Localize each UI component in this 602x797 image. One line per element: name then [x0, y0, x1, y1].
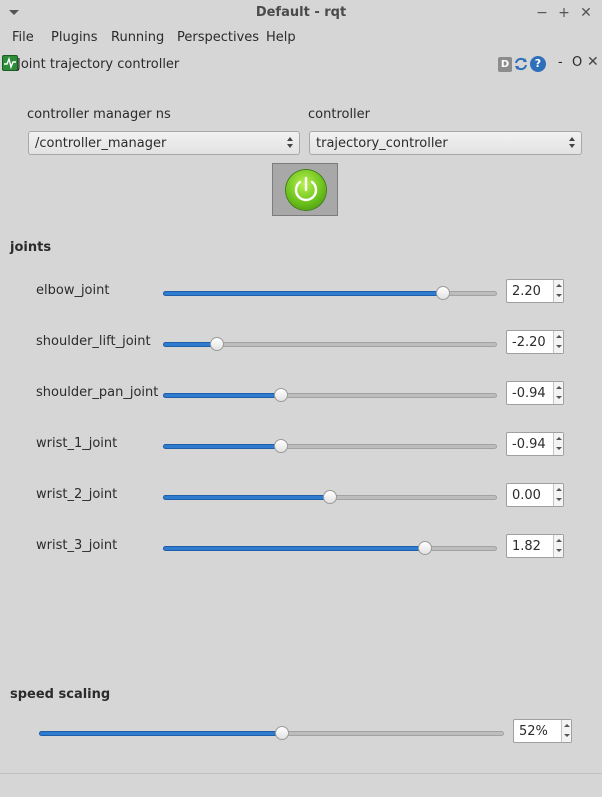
- joint-slider-handle[interactable]: [210, 337, 224, 351]
- controller-label: controller: [308, 107, 371, 122]
- spin-arrows-icon[interactable]: [553, 484, 563, 506]
- spin-arrows-icon[interactable]: [553, 433, 563, 455]
- joint-row: elbow_joint 2.20: [0, 279, 602, 317]
- speed-scaling-slider[interactable]: [39, 726, 504, 740]
- plugin-icon: [2, 55, 18, 71]
- joint-row: wrist_2_joint 0.00: [0, 483, 602, 521]
- joint-name: wrist_2_joint: [36, 487, 118, 502]
- joint-value: -0.94: [512, 386, 546, 401]
- joint-slider-handle[interactable]: [323, 490, 337, 504]
- joint-spinbox[interactable]: 2.20: [506, 279, 564, 303]
- joint-value: 1.82: [512, 539, 541, 554]
- controller-manager-value: /controller_manager: [35, 136, 167, 151]
- joint-slider[interactable]: [163, 388, 497, 402]
- speed-scaling-spinbox[interactable]: 52%: [513, 719, 572, 743]
- joint-spinbox[interactable]: -0.94: [506, 381, 564, 405]
- dock-close-icon[interactable]: ✕: [587, 54, 599, 70]
- combo-arrows-icon: [287, 136, 295, 150]
- dock-minimize-button[interactable]: -: [558, 55, 563, 70]
- spin-arrows-icon[interactable]: [553, 382, 563, 404]
- controller-combo[interactable]: trajectory_controller: [309, 131, 582, 155]
- controller-value: trajectory_controller: [316, 136, 448, 151]
- speed-scaling-title: speed scaling: [10, 687, 111, 702]
- dock-title: Joint trajectory controller: [17, 57, 180, 72]
- joint-slider-fill: [163, 546, 424, 551]
- maximize-icon[interactable]: +: [556, 3, 572, 23]
- speed-scaling-slider-fill: [39, 731, 281, 736]
- menu-bar: File Plugins Running Perspectives Help: [0, 26, 602, 50]
- joint-value: 2.20: [512, 284, 541, 299]
- joint-spinbox[interactable]: 0.00: [506, 483, 564, 507]
- joint-slider-fill: [163, 495, 329, 500]
- combo-arrows-icon: [569, 136, 577, 150]
- dock-d-button[interactable]: D: [498, 57, 512, 72]
- joint-slider-handle[interactable]: [436, 286, 450, 300]
- reload-icon[interactable]: [513, 56, 529, 72]
- menu-perspectives[interactable]: Perspectives: [177, 30, 259, 45]
- spin-arrows-icon[interactable]: [561, 720, 571, 742]
- joint-slider[interactable]: [163, 286, 497, 300]
- joint-name: shoulder_lift_joint: [36, 334, 151, 349]
- joint-value: 0.00: [512, 488, 541, 503]
- speed-scaling-row: 52%: [0, 719, 602, 757]
- joint-slider[interactable]: [163, 337, 497, 351]
- menu-running[interactable]: Running: [111, 30, 164, 45]
- spin-arrows-icon[interactable]: [553, 280, 563, 302]
- minimize-icon[interactable]: −: [534, 3, 550, 23]
- joint-slider-handle[interactable]: [274, 439, 288, 453]
- close-icon[interactable]: ✕: [578, 3, 594, 23]
- joint-value: -2.20: [512, 335, 546, 350]
- controller-manager-combo[interactable]: /controller_manager: [28, 131, 300, 155]
- title-bar: Default - rqt − + ✕: [0, 0, 602, 26]
- spin-arrows-icon[interactable]: [553, 331, 563, 353]
- joint-slider[interactable]: [163, 541, 497, 555]
- status-bar: [0, 773, 602, 797]
- joint-slider-handle[interactable]: [418, 541, 432, 555]
- menu-plugins[interactable]: Plugins: [51, 30, 98, 45]
- window-title: Default - rqt: [255, 5, 347, 20]
- dock-title-bar: Joint trajectory controller D ? - O ✕: [0, 52, 602, 76]
- joint-slider-fill: [163, 291, 442, 296]
- joint-slider-fill: [163, 444, 280, 449]
- menu-file[interactable]: File: [12, 30, 34, 45]
- joint-slider[interactable]: [163, 439, 497, 453]
- joint-spinbox[interactable]: -2.20: [506, 330, 564, 354]
- joint-row: shoulder_pan_joint -0.94: [0, 381, 602, 419]
- joint-slider-fill: [163, 393, 280, 398]
- spin-arrows-icon[interactable]: [553, 535, 563, 557]
- power-button[interactable]: [272, 163, 338, 216]
- speed-scaling-value: 52%: [519, 724, 548, 739]
- joint-spinbox[interactable]: 1.82: [506, 534, 564, 558]
- joint-name: shoulder_pan_joint: [36, 385, 159, 400]
- joint-slider-handle[interactable]: [274, 388, 288, 402]
- joint-name: wrist_3_joint: [36, 538, 118, 553]
- help-icon[interactable]: ?: [530, 56, 546, 72]
- controller-manager-label: controller manager ns: [27, 107, 171, 122]
- joint-row: shoulder_lift_joint -2.20: [0, 330, 602, 368]
- dock-float-button[interactable]: O: [572, 55, 582, 70]
- joint-row: wrist_1_joint -0.94: [0, 432, 602, 470]
- joint-value: -0.94: [512, 437, 546, 452]
- joint-name: wrist_1_joint: [36, 436, 118, 451]
- speed-scaling-slider-handle[interactable]: [275, 726, 289, 740]
- joints-title: joints: [10, 240, 52, 255]
- joint-slider-fill: [163, 342, 216, 347]
- menu-help[interactable]: Help: [266, 30, 296, 45]
- joint-name: elbow_joint: [36, 283, 110, 298]
- joint-spinbox[interactable]: -0.94: [506, 432, 564, 456]
- power-icon: [286, 170, 326, 210]
- joint-row: wrist_3_joint 1.82: [0, 534, 602, 572]
- joint-slider[interactable]: [163, 490, 497, 504]
